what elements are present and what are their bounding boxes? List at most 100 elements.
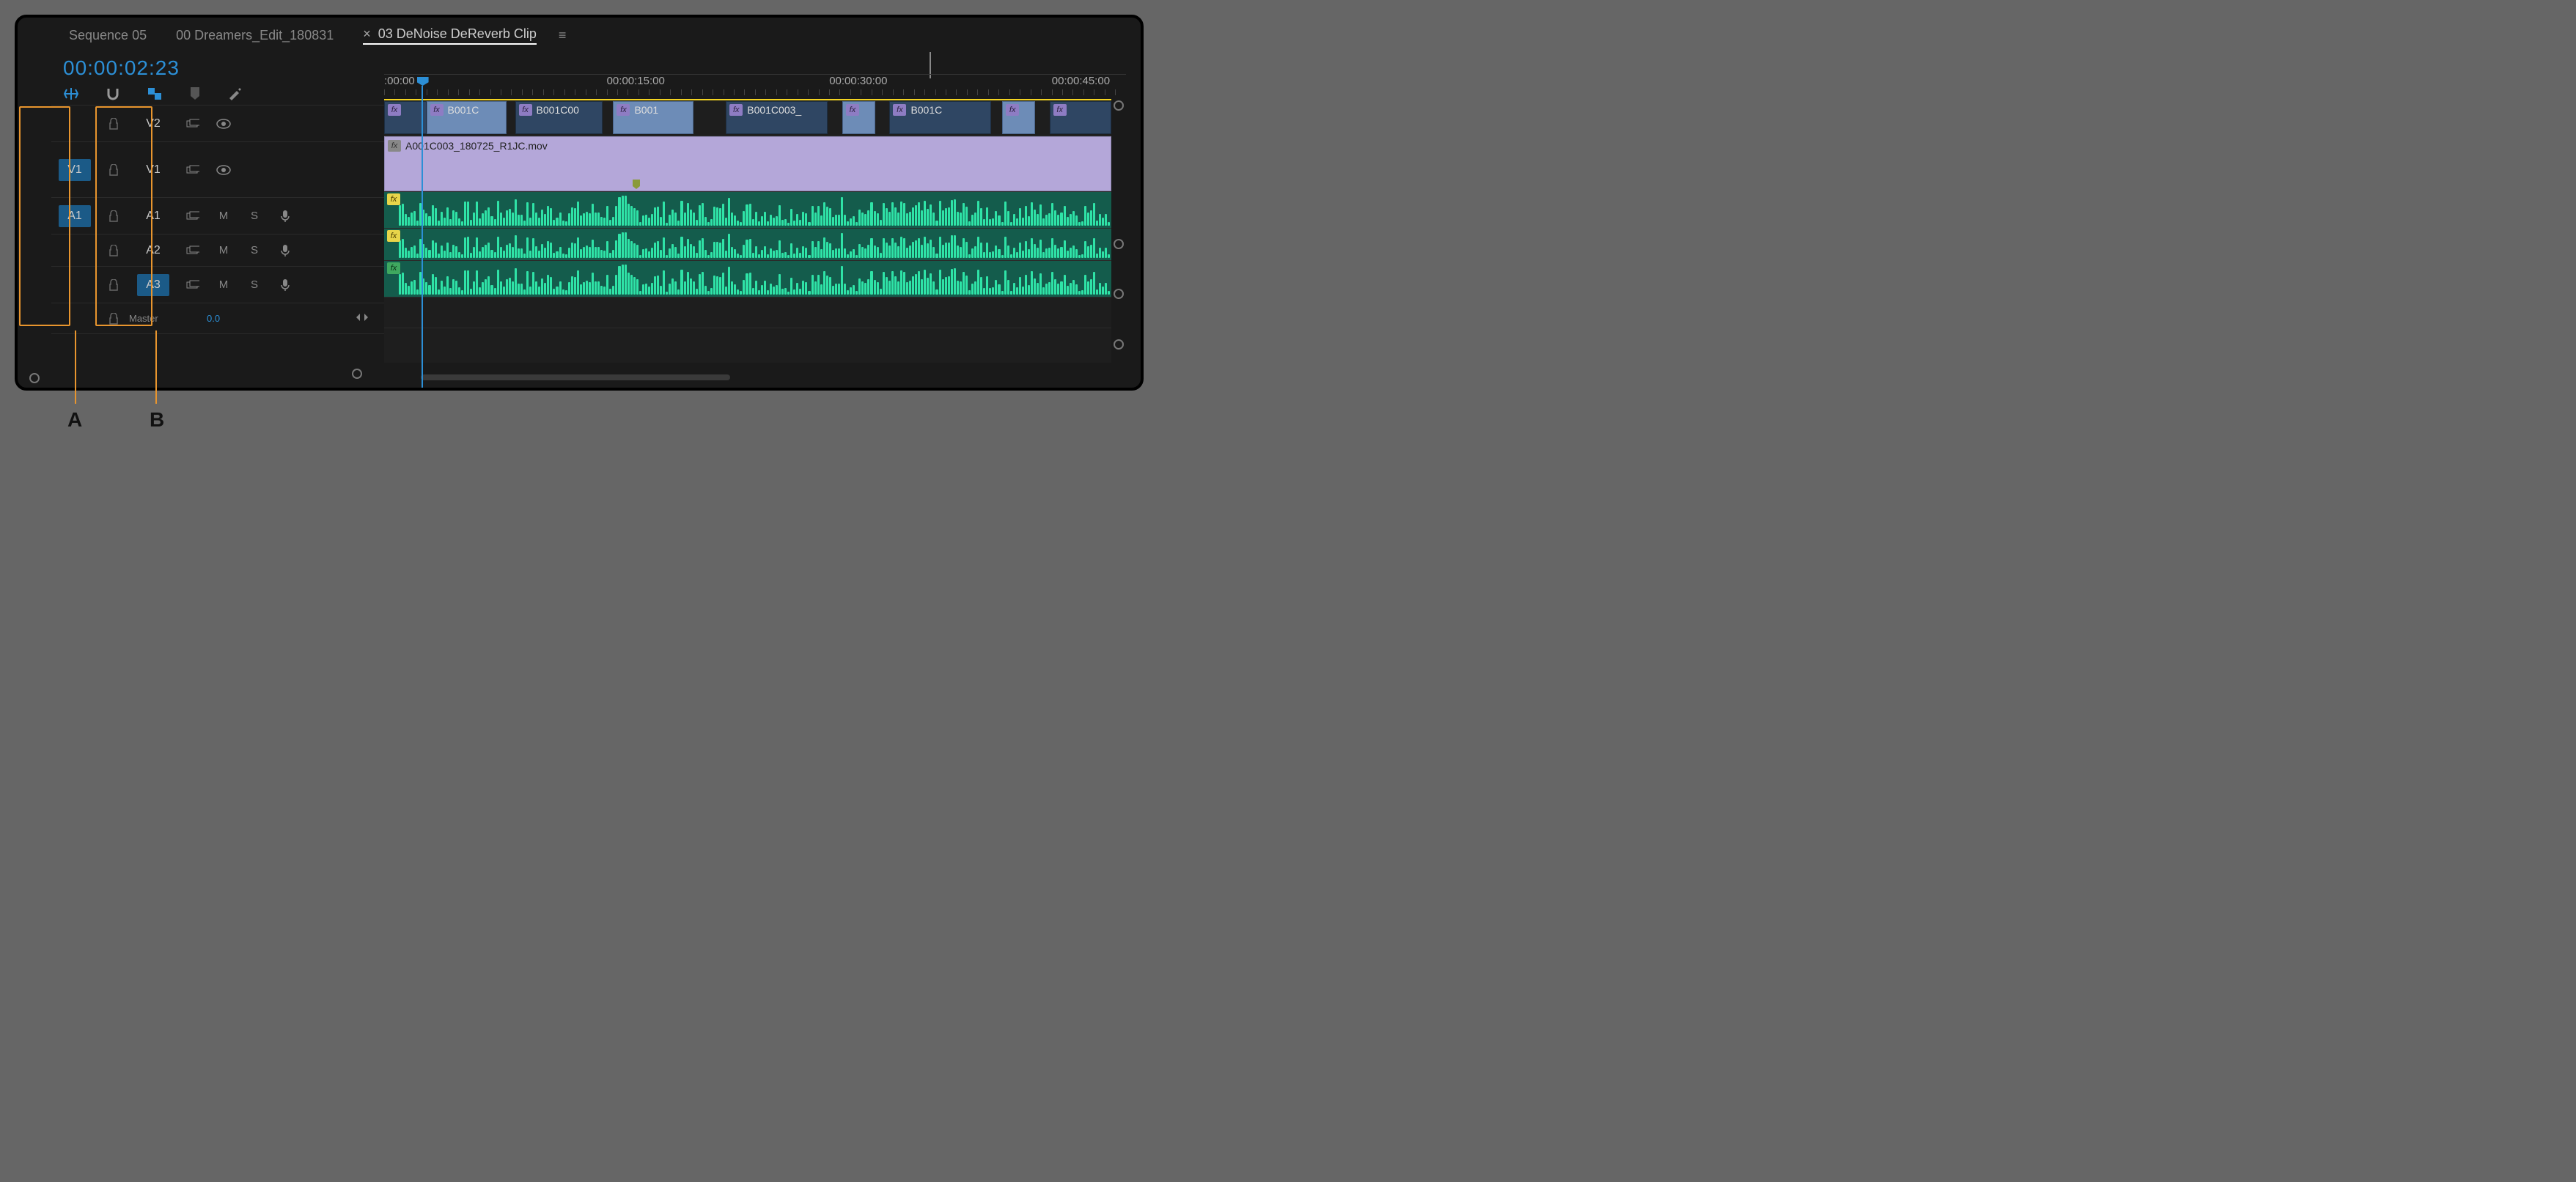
fx-badge-icon: fx [729,104,743,116]
clip-v1[interactable]: fx A001C003_180725_R1JC.mov [384,136,1111,191]
source-patch-v1[interactable]: V1 [59,159,91,181]
sequence-tabs: Sequence 05 00 Dreamers_Edit_180831 × 03… [18,22,1141,52]
clip-v2[interactable]: fxB001C [889,101,991,134]
close-icon[interactable]: × [363,26,371,42]
fx-badge-icon: fx [1053,104,1067,116]
clip-label: B001C [448,104,479,116]
work-area-bar[interactable] [384,99,1111,100]
clip-v2[interactable]: fxB001 [613,101,693,134]
track-target-v1[interactable]: V1 [137,159,169,181]
lock-icon[interactable] [98,245,129,256]
hscroll-thumb[interactable] [421,374,730,380]
zoom-handle[interactable] [1114,100,1124,111]
fx-badge-icon: fx [1006,104,1019,116]
fx-badge-icon: fx [387,262,400,274]
lock-icon[interactable] [98,164,129,176]
snap-icon[interactable] [106,86,120,101]
track-target-a3[interactable]: A3 [137,274,169,296]
timeline-panel: Sequence 05 00 Dreamers_Edit_180831 × 03… [15,15,1144,391]
track-header-a2: A2 M S [51,234,384,266]
clip-v2[interactable]: fx [384,101,427,134]
fx-badge-icon: fx [388,104,401,116]
vertical-zoom[interactable] [1113,99,1125,367]
clip-v2[interactable]: fx [842,101,875,134]
lane-master [384,297,1111,328]
clip-marker-icon [632,180,641,191]
clip-label: B001C003_ [747,104,801,116]
toggle-output-icon[interactable] [208,165,239,175]
solo-button[interactable]: S [251,244,258,256]
clip-label: B001C00 [537,104,579,116]
mute-button[interactable]: M [219,278,229,291]
time-ruler[interactable]: :00:0000:00:15:0000:00:30:0000:00:45:00 [384,74,1126,99]
track-header-v2: V2 [51,105,384,141]
panel-menu-icon[interactable]: ≡ [559,28,567,43]
lock-icon[interactable] [98,210,129,222]
insert-overwrite-icon[interactable] [63,86,79,101]
track-target-v2[interactable]: V2 [137,113,169,135]
callout-a: A [67,408,82,432]
tab-dreamers-edit[interactable]: 00 Dreamers_Edit_180831 [176,28,334,43]
hscroll-track[interactable] [384,363,1111,383]
zoom-handle[interactable] [1114,339,1124,350]
marker-icon[interactable] [189,87,201,100]
tab-label: 03 DeNoise DeReverb Clip [378,26,537,42]
lane-a3[interactable]: fx [384,260,1111,297]
clip-a3[interactable]: fx [384,261,1111,297]
clip-v2[interactable]: fx [1002,101,1035,134]
clip-v2[interactable]: fx B001C00 [515,101,603,134]
track-header-v1: V1 V1 [51,141,384,197]
lane-a1[interactable]: fx [384,191,1111,228]
solo-button[interactable]: S [251,278,258,291]
lock-icon[interactable] [98,313,129,325]
voiceover-icon[interactable] [270,210,301,223]
toggle-output-icon[interactable] [208,119,239,129]
lane-v2[interactable]: fxfxB001CfxB001C00fxB001fxB001C003_fxfxB… [384,99,1111,136]
clip-v2[interactable]: fxB001C [427,101,507,134]
sync-lock-icon[interactable] [177,280,208,290]
ruler-label: 00:00:45:00 [1052,75,1110,87]
mute-button[interactable]: M [219,244,229,256]
sync-lock-icon[interactable] [177,211,208,221]
lock-icon[interactable] [98,118,129,130]
source-patch-a1[interactable]: A1 [59,205,91,227]
clip-label: B001 [634,104,658,116]
clip-v2[interactable]: fx B001C003_ [726,101,828,134]
tab-denoise-dereverb[interactable]: × 03 DeNoise DeReverb Clip [363,26,537,45]
sync-lock-icon[interactable] [177,165,208,175]
master-level[interactable]: 0.0 [207,313,220,324]
hscroll[interactable] [51,367,384,388]
playhead[interactable] [422,86,423,388]
track-target-a1[interactable]: A1 [137,205,169,227]
clip-a1[interactable]: fx [384,192,1111,228]
tab-label: Sequence 05 [69,28,147,43]
source-patch-v2[interactable] [66,119,84,128]
current-timecode[interactable]: 00:00:02:23 [63,56,384,80]
zoom-handle-left[interactable] [352,369,362,379]
master-label: Master [129,313,158,324]
voiceover-icon[interactable] [270,244,301,257]
clip-label: B001C [910,104,942,116]
track-header-a3: A3 M S [51,266,384,303]
expand-icon[interactable] [355,312,369,325]
zoom-handle[interactable] [1114,289,1124,299]
sync-lock-icon[interactable] [177,119,208,129]
zoom-handle[interactable] [1114,239,1124,249]
tab-label: 00 Dreamers_Edit_180831 [176,28,334,43]
clip-v2[interactable]: fx [1050,101,1111,134]
lock-icon[interactable] [98,279,129,291]
fx-badge-icon: fx [519,104,532,116]
settings-icon[interactable] [227,86,242,101]
fx-badge-icon: fx [388,140,401,152]
lane-v1[interactable]: fx A001C003_180725_R1JC.mov [384,136,1111,191]
track-target-a2[interactable]: A2 [137,240,169,262]
tab-sequence-05[interactable]: Sequence 05 [69,28,147,43]
voiceover-icon[interactable] [270,278,301,292]
clip-a2[interactable]: fx [384,229,1111,260]
track-header-a1: A1 A1 M S [51,197,384,234]
linked-selection-icon[interactable] [147,86,163,101]
mute-button[interactable]: M [219,210,229,222]
lane-a2[interactable]: fx [384,228,1111,260]
sync-lock-icon[interactable] [177,245,208,256]
solo-button[interactable]: S [251,210,258,222]
